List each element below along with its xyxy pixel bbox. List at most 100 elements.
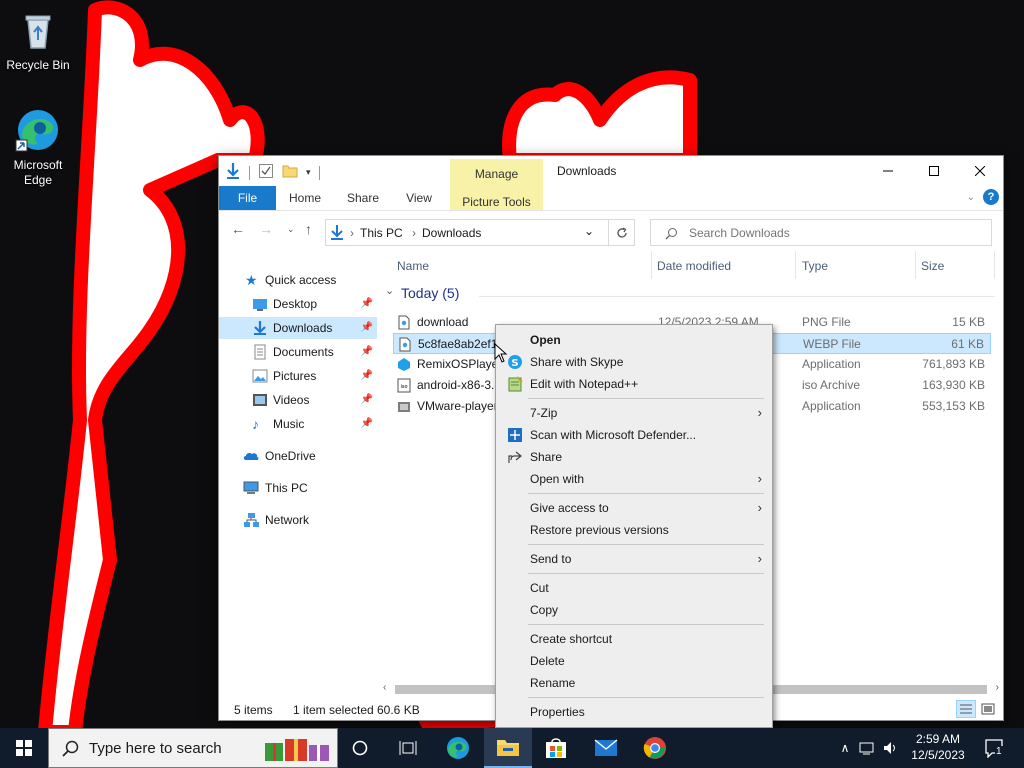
desktop-icon-edge[interactable]: Microsoft Edge <box>3 106 73 188</box>
menu-item-7zip[interactable]: 7-Zip › <box>498 402 770 424</box>
defender-shield-icon <box>507 427 523 443</box>
up-arrow-icon[interactable]: ↑ <box>305 221 312 237</box>
menu-item-scan-defender[interactable]: Scan with Microsoft Defender... <box>498 424 770 446</box>
file-name: download <box>417 315 469 329</box>
taskbar-clock[interactable]: 2:59 AM 12/5/2023 <box>900 731 976 763</box>
mail-icon <box>594 739 618 756</box>
help-icon[interactable]: ? <box>983 189 999 205</box>
nav-network[interactable]: Network <box>219 509 377 531</box>
menu-item-copy[interactable]: Copy <box>498 599 770 621</box>
search-box[interactable] <box>650 219 992 246</box>
group-header-today[interactable]: Today (5) <box>401 285 459 301</box>
column-divider[interactable] <box>915 251 916 279</box>
menu-item-label: Create shortcut <box>530 632 613 646</box>
properties-check-icon[interactable] <box>258 163 274 182</box>
download-arrow-icon[interactable] <box>225 162 241 183</box>
menu-item-label: Rename <box>530 676 576 690</box>
nav-quick-access[interactable]: ★ Quick access <box>219 269 377 291</box>
pictures-folder-icon <box>252 368 268 384</box>
menu-separator <box>528 573 764 574</box>
tab-view[interactable]: View <box>395 186 443 210</box>
nav-label: This PC <box>265 481 308 495</box>
nav-desktop[interactable]: Desktop 📌 <box>219 293 377 315</box>
search-input[interactable] <box>689 224 979 242</box>
nav-music[interactable]: ♪ Music 📌 <box>219 413 377 435</box>
pin-icon: 📌 <box>360 394 373 405</box>
tab-share[interactable]: Share <box>339 186 387 210</box>
new-folder-icon[interactable] <box>282 163 298 182</box>
start-button[interactable] <box>0 728 48 768</box>
menu-item-share[interactable]: Share <box>498 446 770 468</box>
recycle-bin-icon <box>14 6 62 54</box>
menu-item-cut[interactable]: Cut <box>498 577 770 599</box>
group-collapse-icon[interactable]: ⌄ <box>385 284 394 297</box>
taskbar-file-explorer[interactable] <box>484 728 532 768</box>
menu-item-label: 7-Zip <box>530 406 558 420</box>
computer-icon <box>243 480 259 496</box>
taskbar-search-box[interactable]: Type here to search <box>48 728 338 768</box>
large-icons-view-icon[interactable] <box>981 702 995 719</box>
menu-item-label: Give access to <box>530 501 609 515</box>
nav-downloads[interactable]: Downloads 📌 <box>219 317 377 339</box>
taskbar-chrome[interactable] <box>631 728 679 768</box>
menu-item-edit-notepad-plus-plus[interactable]: Edit with Notepad++ <box>498 373 770 395</box>
nav-onedrive[interactable]: OneDrive <box>219 445 377 467</box>
menu-item-label: Scan with Microsoft Defender... <box>530 428 697 442</box>
expand-ribbon-icon[interactable]: ⌄ <box>967 192 975 203</box>
notification-center-button[interactable]: 1 <box>982 736 1006 760</box>
menu-item-send-to[interactable]: Send to › <box>498 548 770 570</box>
close-button[interactable] <box>957 156 1003 186</box>
network-status-icon[interactable] <box>858 740 876 756</box>
menu-item-restore-versions[interactable]: Restore previous versions <box>498 519 770 541</box>
menu-item-share-skype[interactable]: S Share with Skype <box>498 351 770 373</box>
volume-icon[interactable] <box>882 740 900 756</box>
task-view-button[interactable] <box>384 728 432 768</box>
submenu-arrow-icon: › <box>757 500 762 515</box>
tab-file[interactable]: File <box>219 186 276 210</box>
videos-folder-icon <box>252 392 268 408</box>
address-bar[interactable]: › This PC › Downloads ⌄ <box>325 219 609 246</box>
menu-item-properties[interactable]: Properties <box>498 701 770 723</box>
pin-icon: 📌 <box>360 346 373 357</box>
column-header-name[interactable]: Name <box>397 259 429 273</box>
cortana-button[interactable] <box>336 728 384 768</box>
taskbar-edge[interactable] <box>434 728 482 768</box>
minimize-button[interactable] <box>865 156 911 186</box>
scroll-left-icon[interactable]: ‹ <box>383 682 386 693</box>
breadcrumb-sep-icon: › <box>412 226 416 240</box>
column-header-date[interactable]: Date modified <box>657 259 731 273</box>
forward-arrow-icon[interactable]: → <box>259 221 273 237</box>
taskbar-store[interactable] <box>532 728 580 768</box>
menu-item-give-access[interactable]: Give access to › <box>498 497 770 519</box>
nav-videos[interactable]: Videos 📌 <box>219 389 377 411</box>
column-divider[interactable] <box>795 251 796 279</box>
menu-item-create-shortcut[interactable]: Create shortcut <box>498 628 770 650</box>
breadcrumb-this-pc[interactable]: This PC <box>360 226 403 240</box>
desktop-icon-recycle-bin[interactable]: Recycle Bin <box>3 6 73 73</box>
breadcrumb-downloads[interactable]: Downloads <box>422 226 481 240</box>
nav-this-pc[interactable]: This PC <box>219 477 377 499</box>
details-view-icon[interactable] <box>956 700 976 718</box>
taskbar-mail[interactable] <box>582 728 630 768</box>
maximize-button[interactable] <box>911 156 957 186</box>
address-dropdown-icon[interactable]: ⌄ <box>584 224 594 238</box>
column-divider[interactable] <box>651 251 652 279</box>
menu-item-delete[interactable]: Delete <box>498 650 770 672</box>
show-hidden-icons-icon[interactable]: ∧ <box>836 741 854 755</box>
column-divider[interactable] <box>994 251 995 279</box>
menu-item-rename[interactable]: Rename <box>498 672 770 694</box>
column-header-size[interactable]: Size <box>921 259 944 273</box>
scroll-right-icon[interactable]: › <box>996 682 999 693</box>
recent-locations-icon[interactable]: ⌄ <box>287 224 295 235</box>
menu-item-open-with[interactable]: Open with › <box>498 468 770 490</box>
customize-qat-icon[interactable]: ▾ <box>306 167 311 178</box>
notification-count-badge: 1 <box>995 746 1003 757</box>
nav-pictures[interactable]: Pictures 📌 <box>219 365 377 387</box>
refresh-button[interactable] <box>609 219 635 246</box>
nav-documents[interactable]: Documents 📌 <box>219 341 377 363</box>
back-arrow-icon[interactable]: ← <box>231 221 245 237</box>
nav-label: Videos <box>273 393 310 407</box>
menu-item-open[interactable]: Open <box>498 329 770 351</box>
column-header-type[interactable]: Type <box>802 259 828 273</box>
tab-home[interactable]: Home <box>281 186 329 210</box>
